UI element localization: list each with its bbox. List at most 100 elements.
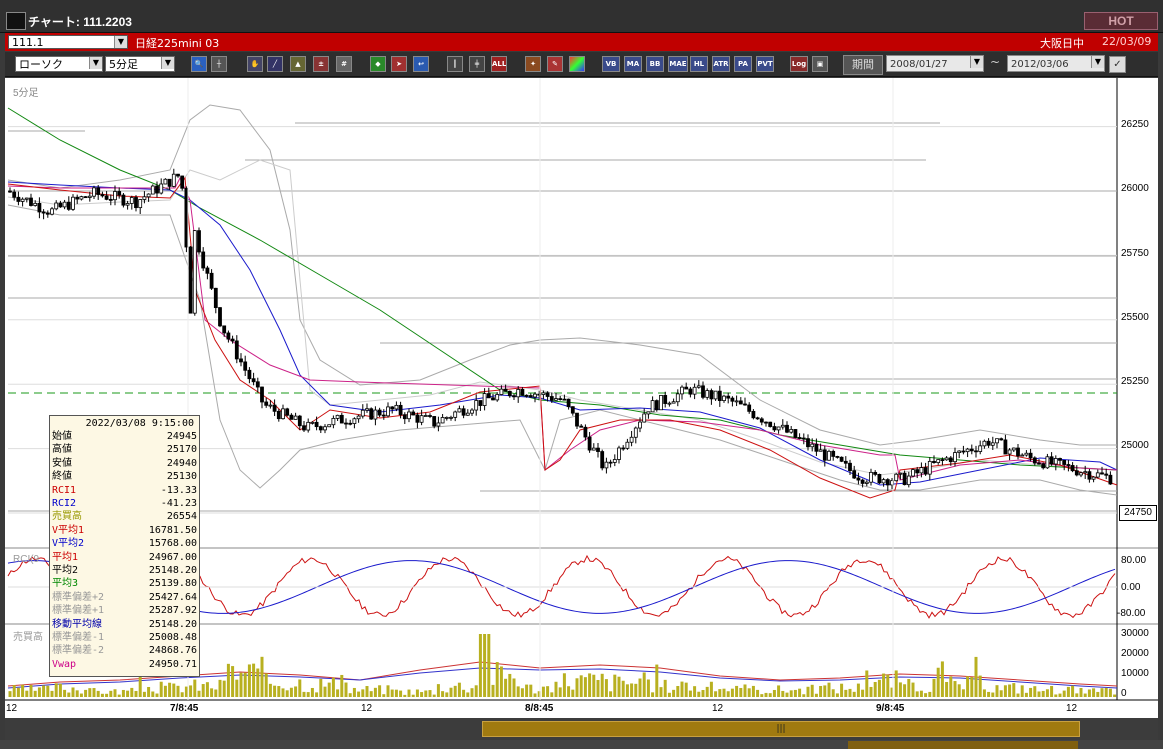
candle-body: [251, 378, 256, 383]
volume-bar: [25, 690, 29, 697]
candle-body: [96, 187, 101, 195]
candle-body: [138, 199, 143, 209]
candle-body: [436, 422, 441, 427]
volume-bar: [441, 691, 445, 697]
volume-bar: [1041, 690, 1045, 697]
x-tick: 12: [6, 703, 18, 714]
scrollbar-thumb[interactable]: |||: [482, 721, 1080, 737]
info-row: 安値 24940: [52, 457, 197, 470]
volume-bar: [903, 684, 907, 697]
volume-bar: [1058, 693, 1062, 697]
candle-body: [759, 418, 764, 423]
volume-bar: [651, 692, 655, 697]
bottom-scrollbar-thumb[interactable]: [848, 741, 1078, 749]
volume-bar: [907, 679, 911, 697]
volume-bar: [201, 684, 205, 697]
candle-body: [453, 411, 458, 418]
volume-bar: [991, 692, 995, 697]
candle-body: [226, 332, 231, 340]
candle-body: [675, 393, 680, 403]
volume-bar: [16, 687, 20, 697]
candle-body: [440, 417, 445, 424]
info-row-label: Vwap: [52, 658, 77, 670]
volume-bar: [726, 691, 730, 697]
volume-bar: [886, 674, 890, 697]
volume-bar: [214, 689, 218, 697]
candle-body: [953, 452, 957, 463]
volume-bar: [88, 688, 92, 697]
candle-body: [373, 409, 378, 420]
candle-body: [302, 425, 306, 431]
volume-bar: [462, 689, 466, 697]
volume-tick: 0: [1121, 688, 1127, 699]
candle-body: [839, 456, 844, 462]
info-row-value: 24950.71: [148, 658, 197, 670]
volume-bar: [953, 681, 957, 697]
volume-bar: [1071, 685, 1075, 697]
volume-bar: [676, 685, 680, 697]
candle-body: [24, 197, 29, 200]
candle-body: [134, 197, 138, 209]
candle-body: [331, 418, 336, 426]
volume-bar: [735, 685, 739, 697]
candle-body: [449, 416, 453, 419]
volume-bar: [999, 690, 1003, 697]
info-row-label: 売買高: [52, 511, 82, 523]
candle-body: [1053, 458, 1058, 465]
volume-bar: [915, 691, 919, 697]
candle-body: [87, 195, 92, 198]
volume-bar: [571, 689, 575, 697]
volume-bar: [982, 689, 986, 697]
volume-bar: [42, 685, 46, 697]
candle-body: [646, 411, 651, 415]
volume-bar: [961, 689, 965, 697]
candle-body: [470, 409, 474, 414]
info-row-label: 平均3: [52, 578, 79, 590]
info-row: 高値 25170: [52, 443, 197, 456]
volume-bar: [634, 683, 638, 697]
info-row-label: V平均1: [52, 524, 85, 536]
candle-body: [390, 406, 395, 410]
volume-bar: [298, 679, 302, 697]
x-tick: 8/8:45: [525, 703, 554, 714]
volume-bar: [373, 687, 377, 697]
candle-body: [549, 396, 554, 401]
candle-body: [234, 340, 239, 360]
candle-body: [327, 424, 332, 428]
candle-body: [260, 386, 264, 403]
candle-body: [180, 175, 185, 189]
volume-bar: [659, 687, 663, 697]
candle-body: [932, 460, 936, 464]
candle-body: [461, 408, 466, 416]
candle-body: [121, 194, 126, 206]
candle-body: [713, 390, 718, 400]
volume-bar: [718, 689, 722, 697]
candle-body: [516, 389, 521, 398]
candle-body: [554, 398, 558, 401]
candle-body: [394, 404, 399, 410]
volume-bar: [474, 685, 478, 697]
volume-bar: [831, 689, 835, 697]
info-row: 標準偏差-1 25008.48: [52, 631, 197, 644]
volume-bar: [1104, 687, 1108, 697]
candle-body: [33, 202, 38, 206]
candle-body: [125, 203, 130, 206]
candle-body: [264, 401, 269, 406]
candle-body: [486, 393, 491, 399]
volume-bar: [856, 683, 860, 697]
volume-bar: [163, 685, 167, 697]
candle-body: [1011, 447, 1016, 451]
volume-bar: [562, 673, 566, 697]
volume-bar: [21, 684, 25, 697]
candle-body: [680, 386, 684, 395]
candle-body: [919, 467, 924, 474]
volume-bar: [760, 694, 764, 697]
candle-body: [923, 467, 928, 475]
candle-body: [877, 473, 882, 484]
candle-body: [1003, 439, 1008, 455]
volume-bar: [911, 682, 915, 697]
volume-bar: [567, 686, 571, 697]
volume-bar: [772, 689, 776, 697]
candle-body: [957, 450, 962, 453]
volume-bar: [386, 685, 390, 697]
